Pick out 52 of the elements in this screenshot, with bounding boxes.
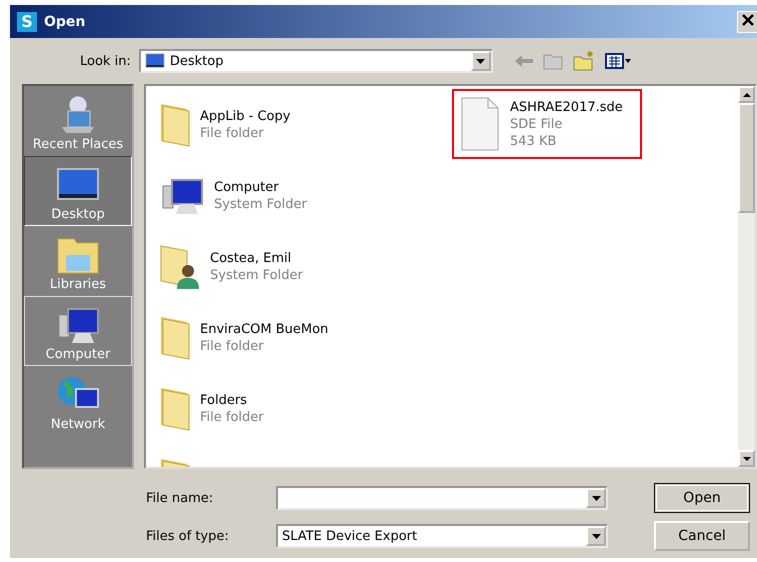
file-icon: [460, 96, 500, 152]
view-menu-icon[interactable]: [604, 53, 631, 69]
file-name[interactable]: ASHRAE2017.sde: [510, 98, 623, 116]
caret-icon: [592, 496, 600, 500]
file-name[interactable]: Costea, Emil: [210, 250, 303, 266]
desktop-icon: [144, 51, 165, 71]
caret-icon: [476, 58, 486, 64]
file-name[interactable]: Folders: [200, 392, 264, 408]
down-arrow-icon: [742, 456, 750, 460]
file-type-value: SLATE Device Export: [281, 528, 418, 544]
file-type: System Folder: [210, 266, 303, 284]
folder-icon: [160, 102, 190, 146]
places-item[interactable]: Recent Places: [24, 86, 132, 156]
file-type: File folder: [200, 408, 264, 426]
places-item[interactable]: Desktop: [24, 156, 132, 226]
folder-icon: [160, 386, 190, 430]
file-name-field[interactable]: [276, 486, 608, 510]
app-icon: S: [16, 10, 38, 32]
places-item[interactable]: Network: [24, 366, 132, 436]
look-in-dropdown[interactable]: Desktop: [138, 49, 493, 73]
file-name[interactable]: Computer: [214, 178, 307, 196]
file-type: File folder: [200, 124, 265, 142]
file-type: System Folder: [214, 196, 307, 212]
folder-icon: [160, 316, 190, 360]
look-in-value: Desktop: [140, 51, 471, 71]
scroll-up-button[interactable]: [738, 86, 755, 103]
look-in-label: Look in:: [80, 54, 131, 68]
file-name-label: File name:: [146, 490, 214, 506]
file-name[interactable]: AppLib - Copy: [200, 108, 290, 124]
file-type-dropdown[interactable]: SLATE Device Export: [276, 524, 608, 548]
file-type: SDE File: [510, 116, 564, 132]
scroll-down-button[interactable]: [738, 450, 755, 467]
new-folder-icon[interactable]: [572, 51, 595, 71]
places-item[interactable]: Libraries: [24, 226, 132, 296]
close-button[interactable]: [737, 10, 757, 32]
dropdown-button[interactable]: [470, 51, 491, 71]
up-arrow-icon: [742, 92, 750, 96]
open-button[interactable]: Open: [654, 483, 750, 513]
file-type: File folder: [200, 338, 265, 354]
scroll-thumb[interactable]: [738, 103, 755, 213]
user-folder-icon: [160, 244, 200, 288]
dropdown-button[interactable]: [586, 488, 606, 508]
file-size: 543 KB: [510, 132, 558, 150]
places-item[interactable]: Computer: [24, 296, 132, 366]
cancel-button[interactable]: Cancel: [654, 521, 750, 551]
close-icon: [742, 14, 754, 26]
file-type-label: Files of type:: [146, 528, 230, 544]
scrollbar[interactable]: [738, 86, 755, 467]
dropdown-button[interactable]: [586, 526, 606, 546]
file-name[interactable]: EnviraCOM BueMon: [200, 320, 328, 338]
caret-icon: [592, 534, 600, 538]
window-title: Open: [44, 14, 86, 30]
